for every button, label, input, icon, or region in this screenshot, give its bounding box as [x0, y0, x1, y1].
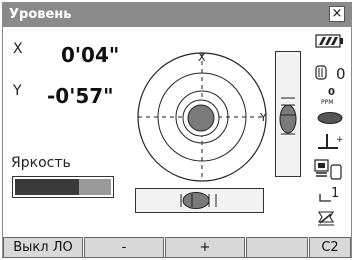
close-icon: ×: [331, 6, 343, 21]
circular-level: X Y: [137, 51, 267, 182]
brightness-segment: [79, 179, 95, 195]
brightness-bar[interactable]: [12, 176, 114, 198]
softkey-minus[interactable]: -: [84, 237, 164, 258]
circle-x-label: X: [198, 51, 206, 64]
communication-icon: [314, 159, 342, 180]
window-title: Уровень: [9, 7, 72, 22]
target-index: 1: [331, 186, 340, 201]
title-bar: Уровень ×: [3, 3, 351, 27]
ppm-value: 0: [328, 87, 335, 98]
level-screen: Уровень × X 0'04" Y -0'57" Яркость X Y 0…: [2, 2, 352, 258]
horizontal-vial: [135, 188, 264, 213]
softkey-bar: Выкл ЛО - + C2: [3, 237, 351, 258]
softkey-laser-off[interactable]: Выкл ЛО: [3, 237, 83, 258]
x-tilt-value: 0'04": [61, 43, 120, 67]
brightness-segment: [63, 179, 79, 195]
close-button[interactable]: ×: [329, 6, 345, 22]
y-tilt-value: -0'57": [47, 84, 114, 108]
vertical-vial: [275, 51, 301, 177]
laser-beam-icon: [317, 112, 343, 124]
softkey-empty[interactable]: [246, 237, 308, 258]
brightness-segment: [95, 179, 111, 195]
x-axis-label: X: [13, 41, 23, 57]
prism-constant-value: 0: [336, 65, 346, 83]
brightness-segment: [15, 179, 31, 195]
prism-icon: [315, 65, 327, 80]
softkey-c2[interactable]: C2: [309, 237, 351, 258]
horizontal-vial-graphic: [180, 192, 217, 209]
svg-text:+: +: [336, 135, 344, 145]
memory-edit-icon: [318, 211, 334, 226]
brightness-segment: [31, 179, 47, 195]
battery-icon: [315, 34, 343, 48]
y-axis-label: Y: [13, 83, 22, 99]
tilt-compensation-icon: +: [318, 134, 344, 149]
brightness-label: Яркость: [11, 155, 71, 171]
vertical-vial-bubble: [279, 104, 297, 134]
ppm-unit: PPM: [321, 99, 334, 106]
bubble: [187, 104, 215, 132]
circle-y-label: Y: [259, 111, 267, 124]
vertical-vial-graphic: [279, 97, 297, 135]
brightness-segment: [47, 179, 63, 195]
softkey-plus[interactable]: +: [165, 237, 245, 258]
horizontal-vial-bubble: [182, 192, 210, 209]
